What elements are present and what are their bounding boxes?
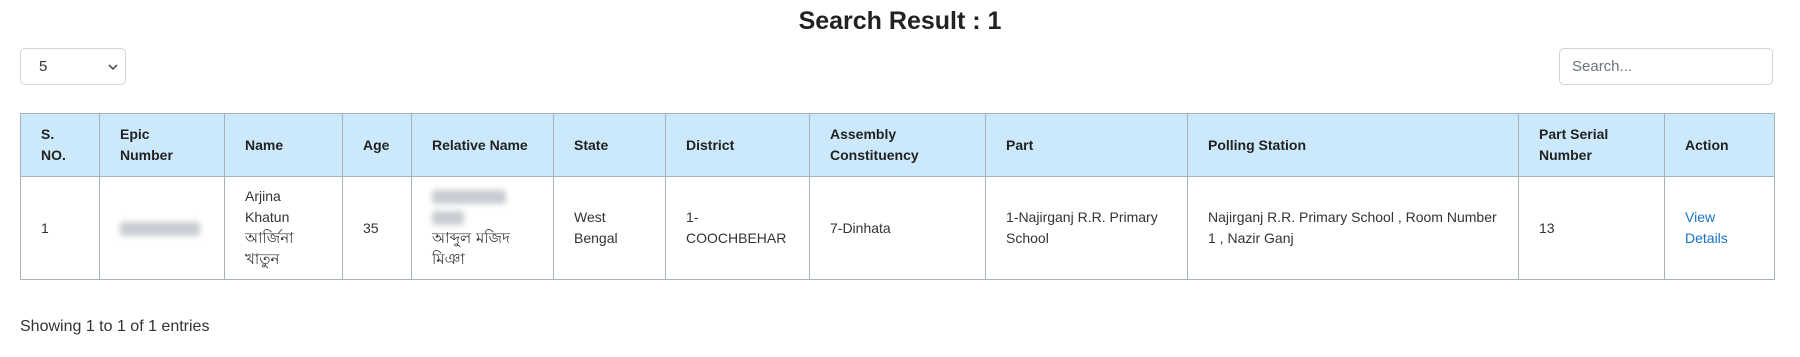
page-length-value: 5 [39,58,48,75]
header-relative-name[interactable]: Relative Name [411,113,554,177]
page-title: Search Result : 1 [798,7,1002,35]
redacted-epic-number [120,221,200,236]
cell-action: View Details [1664,176,1775,280]
cell-epic-number [99,176,225,280]
header-state[interactable]: State [553,113,666,177]
redacted-relative-name-line1 [432,190,506,205]
header-epic-number[interactable]: Epic Number [99,113,225,177]
header-action: Action [1664,113,1775,177]
header-polling-station[interactable]: Polling Station [1187,113,1519,177]
cell-sno: 1 [20,176,100,280]
cell-part: 1-Najirganj R.R. Primary School [985,176,1188,280]
cell-relative-name: আব্দুল মজিদ মিঞা [411,176,554,280]
header-assembly-constituency[interactable]: Assembly Constituency [809,113,986,177]
view-details-link[interactable]: View Details [1685,209,1728,246]
cell-polling-station: Najirganj R.R. Primary School , Room Num… [1187,176,1519,280]
search-input[interactable] [1559,48,1773,85]
cell-assembly-constituency: 7-Dinhata [809,176,986,280]
header-sno[interactable]: S. NO. [20,113,100,177]
header-part[interactable]: Part [985,113,1188,177]
page-length-select[interactable]: 5 [20,48,126,85]
header-name[interactable]: Name [224,113,343,177]
cell-part-serial-number: 13 [1518,176,1665,280]
table-row: 1 Arjina Khatun আর্জিনা খাতুন 35 আব্দুল … [20,176,1775,280]
table-header-row: S. NO. Epic Number Name Age Relative Name… [20,113,1775,177]
cell-district: 1- COOCHBEHAR [665,176,810,280]
header-part-serial-number[interactable]: Part Serial Number [1518,113,1665,177]
table-info: Showing 1 to 1 of 1 entries [20,318,210,335]
results-table: S. NO. Epic Number Name Age Relative Name… [20,113,1775,280]
header-age[interactable]: Age [342,113,412,177]
cell-age: 35 [342,176,412,280]
cell-state: West Bengal [553,176,666,280]
header-district[interactable]: District [665,113,810,177]
cell-name: Arjina Khatun আর্জিনা খাতুন [224,176,343,280]
redacted-relative-name-line2 [432,211,464,226]
chevron-down-icon [108,64,118,71]
